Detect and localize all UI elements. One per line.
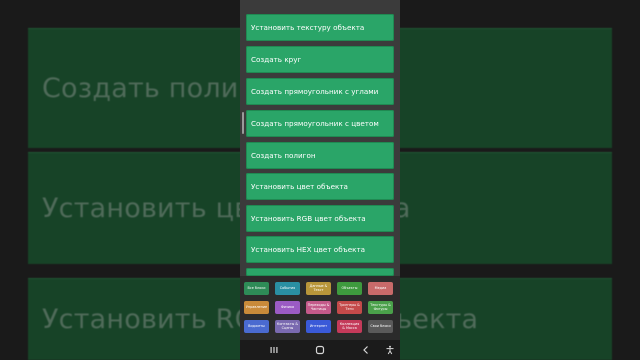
- category-media[interactable]: Медиа: [368, 282, 393, 295]
- scroll-indicator: [242, 112, 244, 134]
- bg-shade-left: [0, 0, 240, 360]
- block-item[interactable]: Создать прямоугольник с цветом: [246, 110, 394, 137]
- home-icon[interactable]: [308, 340, 332, 360]
- block-item[interactable]: Создать прямоугольник с углами: [246, 78, 394, 105]
- accessibility-icon[interactable]: [378, 340, 400, 360]
- block-item-partial[interactable]: [246, 268, 394, 276]
- category-physics[interactable]: Физика: [275, 301, 300, 314]
- block-item[interactable]: Создать полигон: [246, 142, 394, 169]
- phone-screen: Установить текстуру объекта Создать круг…: [240, 0, 400, 360]
- home-icon-glyph: [315, 345, 325, 355]
- bg-shade-right: [400, 0, 640, 360]
- block-list[interactable]: Установить текстуру объекта Создать круг…: [240, 0, 400, 276]
- category-internet[interactable]: Интернет: [306, 320, 331, 333]
- category-custom-blocks[interactable]: Свои блоки: [368, 320, 393, 333]
- accessibility-icon-glyph: [386, 345, 394, 355]
- category-textures-shapes[interactable]: Текстуры & Фигуры: [368, 301, 393, 314]
- block-item[interactable]: Установить текстуру объекта: [246, 14, 394, 41]
- back-icon-glyph: [363, 346, 368, 354]
- category-events[interactable]: События: [275, 282, 300, 295]
- category-contacts-scenes[interactable]: Контакты & Сцены: [275, 320, 300, 333]
- category-transitions-particles[interactable]: Переходы & Частицы: [306, 301, 331, 314]
- recents-icon[interactable]: [262, 340, 286, 360]
- category-panel: Все блоки События Данные & Текст Объекты…: [240, 276, 400, 340]
- block-item[interactable]: Установить HEX цвет объекта: [246, 236, 394, 263]
- block-item[interactable]: Установить цвет объекта: [246, 173, 394, 200]
- block-item[interactable]: Создать круг: [246, 46, 394, 73]
- category-triggers-tags[interactable]: Триггеры & Теги: [337, 301, 362, 314]
- category-widgets[interactable]: Виджеты: [244, 320, 269, 333]
- block-item[interactable]: Установить RGB цвет объекта: [246, 205, 394, 232]
- category-objects[interactable]: Объекты: [337, 282, 362, 295]
- back-icon[interactable]: [354, 340, 378, 360]
- category-all-blocks[interactable]: Все блоки: [244, 282, 269, 295]
- category-data-text[interactable]: Данные & Текст: [306, 282, 331, 295]
- recents-icon-glyph: [270, 347, 278, 353]
- category-collection-mass[interactable]: Коллекция & Масса: [337, 320, 362, 333]
- category-control[interactable]: Управление: [244, 301, 269, 314]
- navigation-bar: [240, 340, 400, 360]
